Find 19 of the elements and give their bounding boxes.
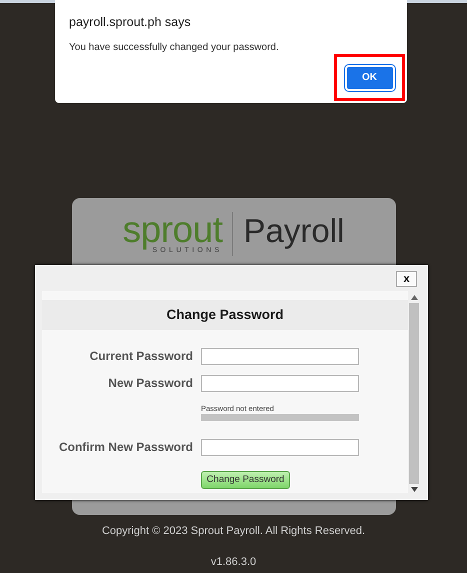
close-button[interactable]: x <box>396 271 417 287</box>
password-field[interactable] <box>201 438 359 456</box>
ok-button[interactable]: OK <box>344 64 394 90</box>
password-field[interactable] <box>201 374 359 392</box>
version-text: v1.86.3.0 <box>210 554 256 570</box>
field-label: Confirm New Password <box>58 439 193 456</box>
alert-title: payroll.sprout.ph says <box>69 14 192 31</box>
field-label: New Password <box>107 375 193 392</box>
product-name: Payroll <box>243 212 344 250</box>
password-field[interactable] <box>201 348 359 364</box>
field-label: Current Password <box>88 348 193 365</box>
copyright-text: Copyright © 2023 Sprout Payroll. All Rights Reserved. <box>102 524 366 539</box>
logo-wordmark: sprout <box>122 212 222 248</box>
dialog-title: Change Password <box>42 300 408 330</box>
change-password-button[interactable]: Change Password <box>201 471 290 489</box>
scroll-down-icon[interactable] <box>410 487 418 492</box>
alert-message: You have successfully changed your password. <box>69 40 280 55</box>
scrollbar-thumb[interactable] <box>409 303 419 484</box>
scroll-up-icon[interactable] <box>410 295 418 300</box>
